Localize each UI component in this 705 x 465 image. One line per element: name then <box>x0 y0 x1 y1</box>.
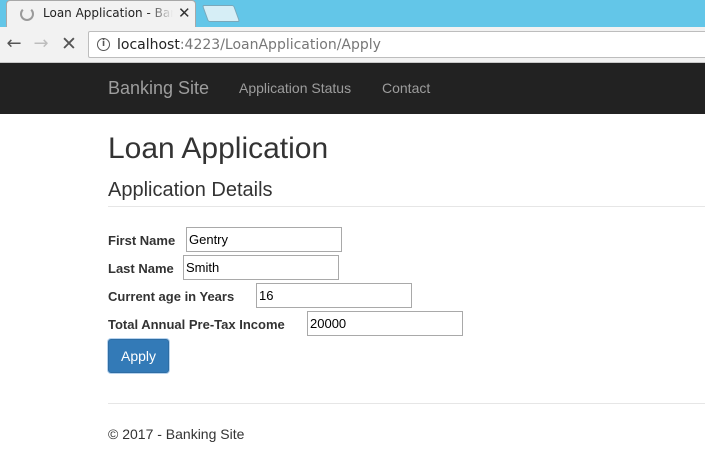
income-label: Total Annual Pre-Tax Income <box>108 317 285 332</box>
last-name-input[interactable] <box>183 255 339 280</box>
page-title: Loan Application <box>108 132 329 165</box>
browser-tabstrip: Loan Application - Banking Site ✕ <box>0 0 705 27</box>
footer-text: © 2017 - Banking Site <box>108 426 245 442</box>
age-input[interactable] <box>256 283 412 308</box>
nav-link-application-status[interactable]: Application Status <box>239 80 351 96</box>
loading-spinner-icon <box>20 7 34 21</box>
url-text[interactable]: localhost:4223/LoanApplication/Apply <box>117 37 381 53</box>
address-bar[interactable]: i localhost:4223/LoanApplication/Apply <box>88 31 705 58</box>
tab-close-icon[interactable]: ✕ <box>178 5 191 21</box>
section-divider <box>108 206 705 207</box>
tab-title-fade <box>147 3 173 25</box>
back-arrow-icon[interactable]: ← <box>3 33 25 55</box>
nav-link-contact[interactable]: Contact <box>382 80 430 96</box>
first-name-label: First Name <box>108 233 176 248</box>
forward-arrow-icon[interactable]: → <box>30 33 52 55</box>
footer-divider <box>108 403 705 404</box>
new-tab-button[interactable] <box>201 5 241 22</box>
income-input[interactable] <box>307 311 463 336</box>
last-name-label: Last Name <box>108 261 174 276</box>
section-title: Application Details <box>108 179 273 201</box>
apply-button[interactable]: Apply <box>108 339 169 373</box>
brand-link[interactable]: Banking Site <box>108 78 209 99</box>
site-info-icon[interactable]: i <box>97 38 110 51</box>
age-label: Current age in Years <box>108 289 235 304</box>
first-name-input[interactable] <box>186 227 342 252</box>
url-host: localhost <box>117 37 180 53</box>
stop-loading-icon[interactable]: ✕ <box>58 33 80 55</box>
url-path: :4223/LoanApplication/Apply <box>179 37 381 53</box>
browser-toolbar: ← → ✕ i localhost:4223/LoanApplication/A… <box>0 27 705 63</box>
site-navbar: Banking Site Application Status Contact <box>0 63 705 114</box>
browser-tab[interactable]: Loan Application - Banking Site ✕ <box>6 0 196 27</box>
